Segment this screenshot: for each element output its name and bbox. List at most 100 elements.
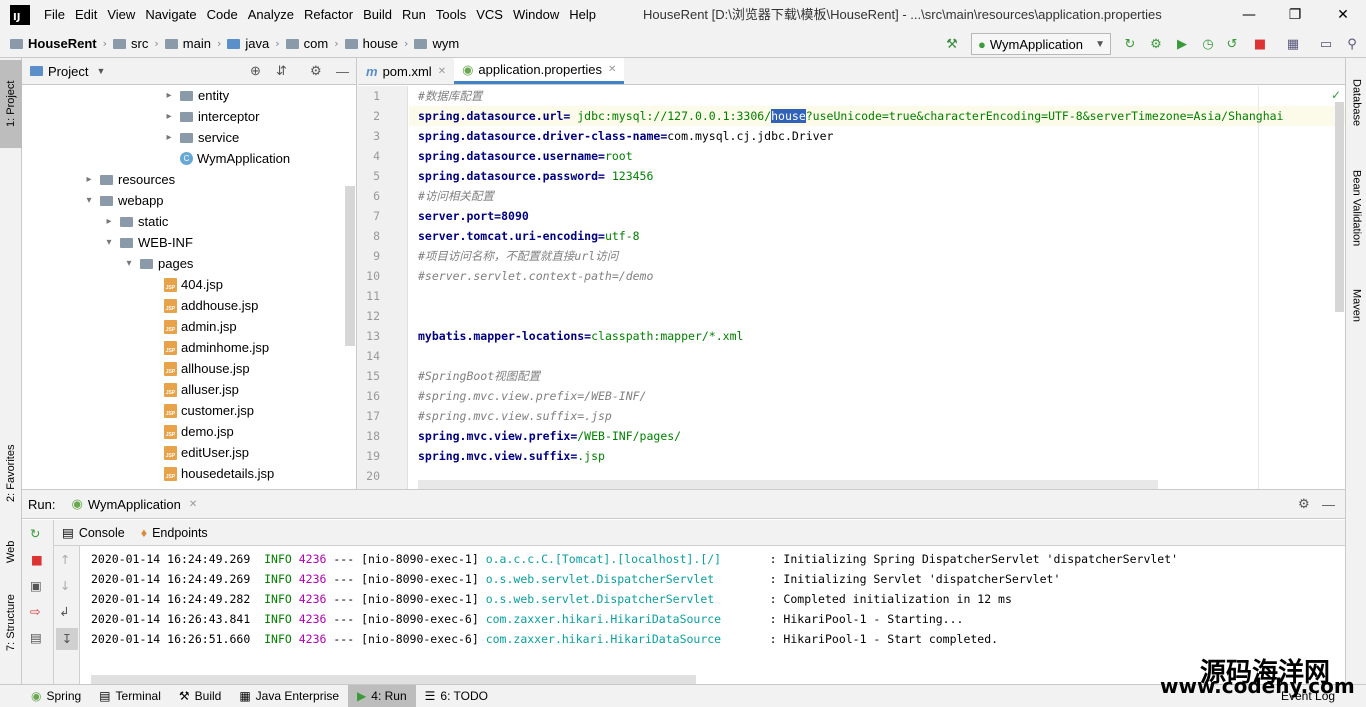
stop-icon[interactable]: ■ [1252, 36, 1268, 52]
menu-tools[interactable]: Tools [431, 0, 471, 30]
menu-file[interactable]: File [39, 0, 70, 30]
toggle-presentation-icon[interactable]: ▭ [1318, 36, 1334, 52]
layout-icon[interactable]: ▤ [30, 630, 42, 645]
code-line-4[interactable]: spring.datasource.username=root [418, 146, 633, 166]
tree-item[interactable]: customer.jsp [164, 400, 254, 421]
menu-code[interactable]: Code [202, 0, 243, 30]
debug-icon[interactable]: ⚙ [1148, 36, 1164, 52]
console-horizontal-scrollbar[interactable] [91, 675, 696, 684]
code-line-9[interactable]: #项目访问名称，不配置就直接url访问 [418, 246, 618, 266]
tree-item[interactable]: addhouse.jsp [164, 295, 258, 316]
run-tab-wymapplication[interactable]: WymApplication [88, 497, 181, 512]
arrow-down-icon[interactable]: ↓ [60, 578, 70, 593]
menu-help[interactable]: Help [564, 0, 601, 30]
tree-item[interactable]: ▸ interceptor [162, 106, 259, 127]
tool-tab-favorites[interactable]: 2: Favorites [0, 428, 22, 518]
run-configuration-select[interactable]: ● WymApplication ▼ [971, 33, 1111, 55]
code-line-18[interactable]: spring.mvc.view.prefix=/WEB-INF/pages/ [418, 426, 681, 446]
locate-file-icon[interactable]: ⊕ [250, 63, 261, 79]
hide-panel-icon[interactable]: — [336, 64, 349, 79]
tool-tab-maven[interactable]: Maven [1346, 278, 1366, 333]
rerun-icon[interactable]: ↻ [1122, 36, 1138, 52]
menu-run[interactable]: Run [397, 0, 431, 30]
statusbar-terminal[interactable]: ▤ Terminal [90, 685, 170, 707]
code-line-8[interactable]: server.tomcat.uri-encoding=utf-8 [418, 226, 640, 246]
tree-item[interactable]: C WymApplication [180, 148, 290, 169]
rerun-icon[interactable]: ↻ [30, 526, 40, 541]
gear-icon[interactable]: ⚙ [310, 63, 322, 79]
menu-refactor[interactable]: Refactor [299, 0, 358, 30]
project-structure-icon[interactable]: ▦ [1285, 36, 1301, 52]
statusbar-java-enterprise[interactable]: ▦ Java Enterprise [230, 685, 348, 707]
tree-item[interactable]: demo.jsp [164, 421, 234, 442]
tree-item[interactable]: ▸ entity [162, 85, 229, 106]
statusbar-run[interactable]: ▶ 4: Run [348, 684, 416, 707]
code-line-5[interactable]: spring.datasource.password= 123456 [418, 166, 653, 186]
build-hammer-icon[interactable]: ⚒ [944, 36, 960, 52]
code-line-13[interactable]: mybatis.mapper-locations=classpath:mappe… [418, 326, 743, 346]
code-line-16[interactable]: #spring.mvc.view.prefix=/WEB-INF/ [418, 386, 646, 406]
code-line-15[interactable]: #SpringBoot视图配置 [418, 366, 540, 386]
statusbar-spring[interactable]: ◉ Spring [22, 685, 90, 707]
search-everywhere-icon[interactable]: ⚲ [1344, 36, 1360, 52]
hide-panel-icon[interactable]: — [1322, 497, 1335, 512]
menu-view[interactable]: View [102, 0, 140, 30]
arrow-up-icon[interactable]: ↑ [60, 552, 70, 567]
code-line-3[interactable]: spring.datasource.driver-class-name=com.… [418, 126, 833, 146]
profile-icon[interactable]: ◷ [1200, 36, 1216, 52]
project-view-label[interactable]: Project [48, 64, 88, 79]
tool-tab-project[interactable]: 1: Project [0, 60, 22, 148]
tree-item[interactable]: ▸ static [102, 211, 168, 232]
breadcrumb-src[interactable]: src [113, 30, 148, 58]
update-running-icon[interactable]: ↺ [1224, 36, 1240, 52]
breadcrumb-house[interactable]: house [344, 30, 398, 58]
menu-build[interactable]: Build [358, 0, 397, 30]
tab-pom-xml[interactable]: m pom.xml ✕ [358, 58, 454, 84]
tree-item[interactable]: alluser.jsp [164, 379, 239, 400]
menu-navigate[interactable]: Navigate [140, 0, 201, 30]
tool-tab-database[interactable]: Database [1346, 68, 1366, 138]
code-line-19[interactable]: spring.mvc.view.suffix=.jsp [418, 446, 605, 466]
editor-scrollbar[interactable] [1335, 102, 1344, 312]
code-line-1[interactable]: #数据库配置 [418, 86, 482, 106]
code-line-2[interactable]: spring.datasource.url= jdbc:mysql://127.… [418, 106, 1283, 126]
tree-item[interactable]: ▾ WEB-INF [102, 232, 192, 253]
tool-tab-structure[interactable]: 7: Structure [0, 588, 22, 658]
tree-item[interactable]: adminhome.jsp [164, 337, 269, 358]
tree-scrollbar[interactable] [345, 186, 355, 346]
tree-item[interactable]: allhouse.jsp [164, 358, 250, 379]
tree-item[interactable]: editUser.jsp [164, 442, 249, 463]
menu-edit[interactable]: Edit [70, 0, 102, 30]
tree-item[interactable]: ▸ resources [82, 169, 175, 190]
tree-item[interactable]: 404.jsp [164, 274, 223, 295]
tab-console[interactable]: Console [79, 526, 125, 540]
tab-application-properties[interactable]: ◉ application.properties ✕ [454, 58, 625, 84]
scroll-to-end-icon[interactable]: ↧ [56, 628, 78, 650]
tab-endpoints[interactable]: Endpoints [152, 526, 208, 540]
exit-icon[interactable]: ⇨ [30, 604, 40, 619]
minimize-icon[interactable]: — [1226, 0, 1272, 30]
code-line-10[interactable]: #server.servlet.context-path=/demo [418, 266, 653, 286]
soft-wrap-icon[interactable]: ↲ [59, 604, 69, 619]
chevron-down-icon[interactable]: ▼ [96, 66, 105, 76]
breadcrumb-com[interactable]: com [285, 30, 328, 58]
tree-item[interactable]: housedetails.jsp [164, 463, 274, 484]
horizontal-scrollbar[interactable] [418, 480, 1158, 489]
code-line-17[interactable]: #spring.mvc.view.suffix=.jsp [418, 406, 612, 426]
tree-item[interactable]: ▾ pages [122, 253, 193, 274]
code-line-7[interactable]: server.port=8090 [418, 206, 529, 226]
breadcrumb-wym[interactable]: wym [414, 30, 459, 58]
menu-window[interactable]: Window [508, 0, 564, 30]
close-tab-icon[interactable]: ✕ [189, 499, 197, 510]
maximize-icon[interactable]: ❐ [1272, 0, 1318, 30]
statusbar-build[interactable]: ⚒ Build [170, 685, 230, 707]
close-tab-icon[interactable]: ✕ [438, 66, 446, 77]
gear-icon[interactable]: ⚙ [1298, 496, 1310, 512]
close-tab-icon[interactable]: ✕ [608, 64, 616, 75]
menu-vcs[interactable]: VCS [471, 0, 508, 30]
statusbar-todo[interactable]: ☰ 6: TODO [416, 685, 497, 707]
tool-tab-web[interactable]: Web [0, 528, 22, 576]
tree-item[interactable]: ▸ service [162, 127, 239, 148]
breadcrumb-java[interactable]: java [227, 30, 269, 58]
collapse-all-icon[interactable]: ⇵ [276, 63, 287, 79]
